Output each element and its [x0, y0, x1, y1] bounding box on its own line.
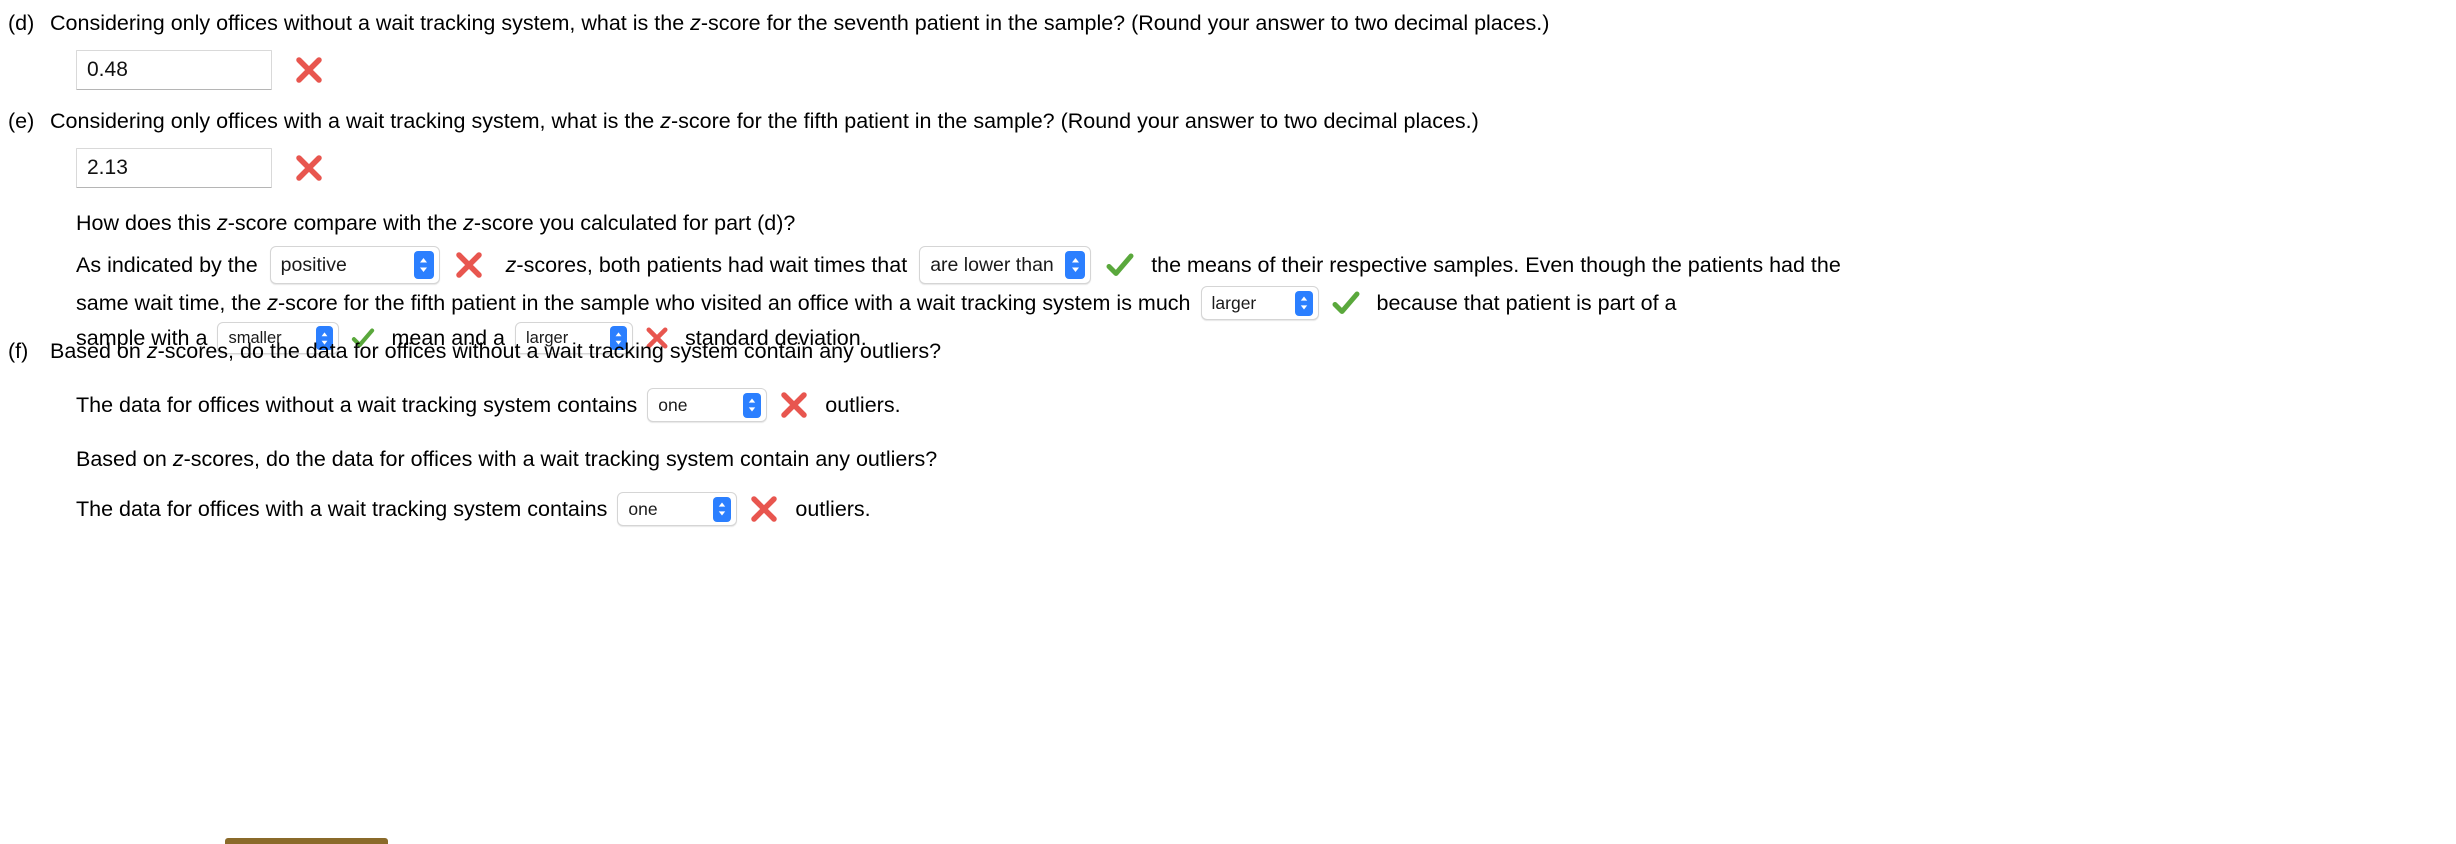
part-f-question2-post: -scores, do the data for offices with a … [183, 447, 938, 471]
part-f-question-post: -scores, do the data for offices without… [157, 339, 942, 363]
part-e-question-post: -score for the fifth patient in the samp… [670, 109, 1479, 133]
part-d-question-post: -score for the seventh patient in the sa… [700, 11, 1550, 35]
part-e-question-pre: Considering only offices with a wait tra… [50, 109, 661, 133]
part-f-question2-pre: Based on [76, 447, 173, 471]
part-d-label: (d) [8, 11, 35, 35]
stepper-chevrons-icon [1294, 290, 1313, 316]
part-d-question-text: Considering only offices without a wait … [50, 8, 1549, 38]
select-sign-value: positive [280, 254, 347, 276]
select-outliers-without[interactable]: one [647, 388, 768, 422]
part-f-question-italic: z [146, 339, 158, 363]
select-magnitude-value: larger [1211, 293, 1257, 313]
green-check-icon [1329, 286, 1363, 320]
part-f-question-text: Based on z-scores, do the data for offic… [50, 336, 941, 366]
compare-pre: How does this [76, 211, 218, 235]
compare-italic-1: z [217, 211, 228, 235]
fill-line2-text-b: -score for the fifth patient in the samp… [277, 291, 1191, 315]
compare-post: -score you calculated for part (d)? [473, 211, 796, 235]
select-outliers-with[interactable]: one [617, 492, 738, 526]
red-x-icon [292, 151, 326, 185]
part-d-answer-row [0, 50, 2456, 90]
question-e-prompt-row: (e) Considering only offices with a wait… [0, 106, 2456, 136]
part-e-answer-input[interactable] [76, 148, 272, 188]
part-f-label: (f) [8, 339, 29, 363]
stepper-chevrons-icon [1065, 251, 1086, 279]
part-e-fill-line-1: As indicated by the positive z -scores, … [0, 246, 2456, 284]
part-e-label: (e) [8, 109, 35, 133]
select-outliers-with-value: one [628, 499, 658, 519]
part-d-answer-input[interactable] [76, 50, 272, 90]
part-d-question-italic: z [690, 11, 701, 35]
question-part-f: (f) Based on z-scores, do the data for o… [0, 336, 2456, 526]
part-e-question-italic: z [660, 109, 671, 133]
red-x-icon [777, 388, 811, 422]
select-sign[interactable]: positive [269, 246, 440, 284]
red-x-icon [292, 53, 326, 87]
part-f-question-2: Based on z-scores, do the data for offic… [0, 444, 2456, 474]
compare-mid: -score compare with the [227, 211, 464, 235]
answer-without-text-a: The data for offices without a wait trac… [76, 393, 638, 417]
red-x-icon [747, 492, 781, 526]
part-f-question2-italic: z [172, 447, 184, 471]
answer-with-text-b: outliers. [795, 497, 871, 521]
answer-with-text-a: The data for offices with a wait trackin… [76, 497, 608, 521]
select-compare-value: are lower than [930, 254, 1054, 276]
red-x-icon [452, 248, 486, 282]
fill-line2-text-a: same wait time, the [76, 291, 268, 315]
part-e-question-text: Considering only offices with a wait tra… [50, 106, 1479, 136]
part-f-answer-row-with: The data for offices with a wait trackin… [0, 492, 2456, 526]
stepper-chevrons-icon [713, 496, 732, 522]
select-outliers-without-value: one [658, 395, 688, 415]
part-f-answer-row-without: The data for offices without a wait trac… [0, 388, 2456, 422]
part-e-fill-line-2: same wait time, the z -score for the fif… [0, 286, 2456, 320]
fill-line1-text-a: As indicated by the [76, 253, 258, 277]
question-part-d: (d) Considering only offices without a w… [0, 8, 2456, 90]
compare-italic-2: z [463, 211, 474, 235]
fill-line2-italic: z [267, 291, 278, 315]
question-d-prompt-row: (d) Considering only offices without a w… [0, 8, 2456, 38]
fill-line1-text-b: -scores, both patients had wait times th… [516, 253, 908, 277]
select-compare[interactable]: are lower than [919, 246, 1092, 284]
stepper-chevrons-icon [743, 392, 762, 418]
part-f-question-pre: Based on [50, 339, 147, 363]
answer-without-text-b: outliers. [825, 393, 901, 417]
part-d-question-pre: Considering only offices without a wait … [50, 11, 691, 35]
select-magnitude[interactable]: larger [1200, 286, 1319, 320]
exercise-page: (d) Considering only offices without a w… [0, 0, 2456, 844]
question-f-prompt-row: (f) Based on z-scores, do the data for o… [0, 336, 2456, 366]
fill-line1-italic: z [505, 253, 517, 277]
stepper-chevrons-icon [413, 251, 434, 279]
submit-button-partial[interactable] [225, 838, 388, 844]
part-e-answer-row [0, 148, 2456, 188]
part-e-compare-prompt: How does this z-score compare with the z… [0, 208, 2456, 238]
question-part-e: (e) Considering only offices with a wait… [0, 106, 2456, 354]
green-check-icon [1103, 248, 1137, 282]
fill-line1-text-c: the means of their respective samples. E… [1151, 253, 1841, 277]
fill-line2-text-c: because that patient is part of a [1376, 291, 1677, 315]
